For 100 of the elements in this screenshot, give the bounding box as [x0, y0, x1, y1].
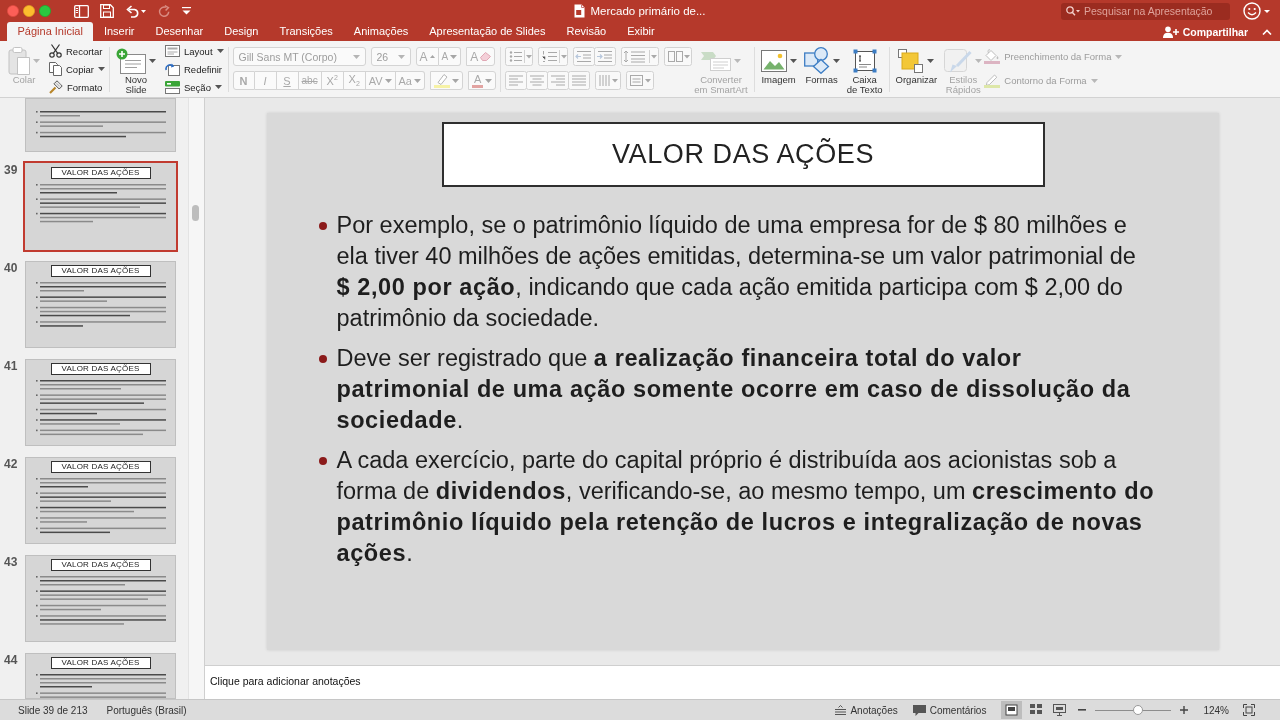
caret-icon	[789, 58, 797, 63]
layout-button[interactable]: Layout	[165, 42, 224, 60]
slide-thumbnail[interactable]: VALOR DAS AÇÕES	[25, 359, 176, 446]
slide-title: VALOR DAS AÇÕES	[441, 122, 1045, 187]
layout-icon	[165, 45, 180, 57]
ribbon-tab[interactable]: Design	[213, 22, 269, 41]
close-icon[interactable]	[7, 5, 19, 17]
search-field[interactable]: Pesquisar na Apresentação	[1061, 2, 1230, 20]
shapes-icon	[803, 47, 830, 74]
bullet-text: Por exemplo, se o patrimônio líquido de uma empresa for de $ 80 milhões e ela tiver 40 milhões de ações emitidas, determina-se um valor patrimonial de $ 2,00 por ação, indicando que cada ação emitida participa com $ 2,00 do patrimônio da sociedade.	[336, 211, 1137, 333]
caret-icon	[1090, 78, 1098, 83]
maximize-icon[interactable]	[39, 5, 51, 17]
image-button[interactable]: Imagem	[758, 41, 799, 97]
save-icon[interactable]	[100, 4, 114, 18]
format-painter-button[interactable]: Formato	[49, 78, 105, 96]
caret-icon	[450, 54, 458, 59]
comment-icon	[912, 704, 926, 716]
cut-button[interactable]: Recortar	[49, 42, 105, 60]
image-icon	[760, 49, 787, 72]
ribbon-tab[interactable]: Apresentação de Slides	[418, 22, 556, 41]
comments-button[interactable]: Comentários	[912, 704, 987, 716]
bullet-icon	[318, 222, 327, 230]
caret-icon	[975, 58, 983, 63]
zoom-percentage[interactable]: 124%	[1203, 704, 1229, 716]
chevron-up-icon[interactable]	[1262, 28, 1272, 35]
language-indicator[interactable]: Português (Brasil)	[106, 704, 187, 716]
bullet-icon	[318, 355, 327, 363]
eraser-icon	[480, 52, 492, 61]
shapes-button[interactable]: Formas	[801, 41, 842, 97]
caret-icon	[832, 58, 840, 63]
slide-counter: Slide 39 de 213	[18, 704, 88, 716]
slide-thumbnail[interactable]: VALOR DAS AÇÕES	[25, 653, 176, 699]
caret-icon	[98, 67, 105, 71]
share-button[interactable]: Compartilhar	[1162, 25, 1248, 38]
fit-to-window-icon[interactable]	[1243, 704, 1255, 716]
undo-icon[interactable]	[125, 4, 147, 18]
copy-icon	[49, 62, 62, 76]
zoom-in-icon[interactable]	[1180, 706, 1189, 714]
caret-icon	[149, 58, 156, 63]
triangle-up-icon	[429, 55, 435, 58]
slide-thumbnail[interactable]: VALOR DAS AÇÕES	[25, 555, 176, 642]
arrange-button[interactable]: Organizar	[893, 41, 940, 97]
highlight-button[interactable]	[430, 71, 463, 90]
ribbon-tab[interactable]: Exibir	[616, 22, 666, 41]
brush-icon	[49, 80, 63, 94]
slide-thumbnail[interactable]	[25, 98, 176, 152]
new-slide-button[interactable]: Novo Slide	[114, 41, 158, 97]
window-title: Mercado primário de...	[590, 5, 706, 17]
presenter-view-icon[interactable]	[1053, 704, 1067, 716]
ribbon-tab[interactable]: Página Inicial	[7, 22, 94, 41]
paintbrush-icon	[944, 48, 973, 73]
smiley-icon[interactable]	[1243, 2, 1270, 20]
thumbnail-title: VALOR DAS AÇÕES	[50, 461, 151, 473]
highlighter-icon	[434, 73, 450, 88]
thumbnail-title: VALOR DAS AÇÕES	[50, 167, 151, 179]
sidebar-icon[interactable]	[74, 4, 89, 18]
scroll-thumb[interactable]	[192, 205, 199, 221]
caret-icon	[397, 54, 405, 59]
slide-thumbnail[interactable]: VALOR DAS AÇÕES	[23, 161, 178, 252]
minimize-icon[interactable]	[23, 5, 35, 17]
text-box-button[interactable]: Caixa de Texto	[844, 41, 885, 97]
slide-sorter-icon[interactable]	[1030, 704, 1044, 716]
notes-button[interactable]: Anotações	[835, 704, 898, 716]
caret-icon	[384, 78, 392, 83]
slide-number: 44	[3, 653, 19, 669]
ribbon-tab[interactable]: Animações	[343, 22, 419, 41]
caret-icon	[33, 58, 40, 63]
reset-button[interactable]: Redefinir	[165, 60, 224, 78]
slider-thumb[interactable]	[1132, 705, 1143, 715]
ribbon-tab[interactable]: Desenhar	[145, 22, 214, 41]
arrange-icon	[898, 48, 925, 73]
slide-number: 43	[3, 555, 19, 568]
person-plus-icon	[1162, 25, 1179, 38]
thumbnail-title: VALOR DAS AÇÕES	[50, 265, 151, 277]
caret-icon	[734, 58, 741, 63]
section-icon	[165, 80, 180, 94]
caret-icon	[927, 58, 935, 63]
slide-number: 40	[3, 261, 19, 274]
normal-view-icon[interactable]	[1001, 701, 1023, 719]
caret-icon[interactable]	[182, 7, 191, 15]
new-slide-icon	[116, 47, 146, 74]
slide-number: 39	[3, 163, 19, 176]
thumbnail-title: VALOR DAS AÇÕES	[50, 363, 151, 375]
ribbon-tab[interactable]: Inserir	[93, 22, 145, 41]
diagram-icon	[701, 50, 731, 71]
section-button[interactable]: Seção	[165, 78, 224, 96]
document-icon	[574, 4, 586, 18]
ribbon-tab[interactable]: Revisão	[555, 22, 617, 41]
scissors-icon	[49, 44, 62, 58]
copy-button[interactable]: Copiar	[49, 60, 105, 78]
notes-field[interactable]: Clique para adicionar anotações	[205, 665, 1280, 699]
caret-icon	[216, 49, 224, 53]
caret-icon	[452, 78, 459, 83]
slide-number: 41	[3, 359, 19, 372]
slide-thumbnail[interactable]: VALOR DAS AÇÕES	[25, 457, 176, 544]
caret-icon	[214, 85, 222, 89]
ribbon-tab[interactable]: Transições	[268, 22, 344, 41]
thumbnail-title: VALOR DAS AÇÕES	[50, 657, 151, 669]
caret-icon	[485, 78, 493, 83]
slide-thumbnail[interactable]: VALOR DAS AÇÕES	[25, 261, 176, 348]
